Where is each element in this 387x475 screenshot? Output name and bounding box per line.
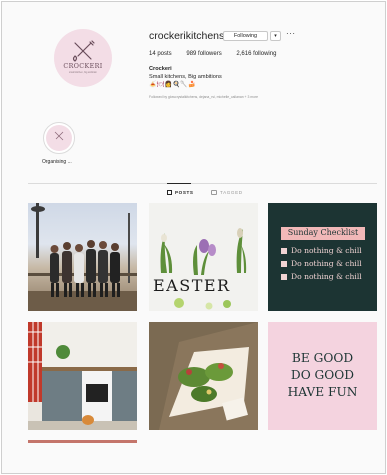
post-sunday-checklist[interactable]: Sunday Checklist Do nothing & chill Do n… — [268, 203, 377, 311]
tabs-divider — [28, 183, 377, 184]
quote-line: HAVE FUN — [287, 385, 358, 399]
quote-line: DO GOOD — [290, 368, 355, 382]
checklist-item-text: Do nothing & chill — [291, 259, 362, 268]
checklist-item: Do nothing & chill — [281, 272, 362, 281]
avatar-tagline: small kitchen, big ambition — [68, 71, 98, 74]
whisk-fork-icon — [54, 131, 64, 141]
whisk-fork-icon — [72, 40, 95, 62]
group-photo-image — [28, 203, 137, 311]
tab-posts[interactable]: POSTS — [167, 190, 194, 195]
tab-tagged-label: TAGGED — [220, 190, 243, 195]
profile-username: crockerikitchens — [149, 30, 225, 42]
story-highlight[interactable] — [43, 122, 75, 154]
profile-bio: Small kitchens, Big ambitions — [149, 74, 222, 80]
post-group-photo[interactable] — [28, 203, 137, 311]
active-tab-indicator — [167, 183, 191, 184]
checklist-item-text: Do nothing & chill — [291, 246, 362, 255]
post-food-photo[interactable] — [149, 322, 258, 430]
checklist-item: Do nothing & chill — [281, 246, 362, 255]
tab-tagged[interactable]: TAGGED — [211, 190, 243, 195]
easter-word: EASTER — [153, 276, 231, 295]
post-easter[interactable]: EASTER — [149, 203, 258, 311]
profile-avatar[interactable]: CROCKERI small kitchen, big ambition — [54, 29, 112, 87]
checklist-title: Sunday Checklist — [287, 228, 359, 237]
followed-by-text[interactable]: Followed by glowcrystalkitchens, dejana_… — [149, 95, 258, 99]
posts-count: 14 posts — [149, 51, 172, 57]
avatar-brand-text: CROCKERI — [63, 63, 103, 70]
instagram-profile-page: CROCKERI small kitchen, big ambition cro… — [1, 1, 386, 474]
profile-bio-emoji: 🍝🍽👩🍳🥄🍰 — [149, 82, 196, 88]
quote-line: BE GOOD — [291, 351, 354, 365]
checklist-item: Do nothing & chill — [281, 259, 362, 268]
grid-icon — [167, 190, 172, 195]
kitchen-image — [28, 322, 137, 430]
suggested-dropdown-button[interactable]: ▾ — [270, 31, 281, 41]
post-partial[interactable] — [28, 440, 137, 443]
checkbox-icon — [281, 273, 287, 280]
checkbox-icon — [281, 260, 287, 267]
checklist-item-text: Do nothing & chill — [291, 272, 362, 281]
tag-icon — [211, 190, 217, 195]
post-quote[interactable]: BE GOOD DO GOOD HAVE FUN — [268, 322, 377, 430]
profile-display-name: Crockeri — [149, 66, 172, 72]
tab-posts-label: POSTS — [175, 190, 194, 195]
post-kitchen-photo[interactable] — [28, 322, 137, 430]
following-button[interactable]: Following — [223, 31, 268, 41]
quote-text: BE GOOD DO GOOD HAVE FUN — [268, 350, 377, 401]
story-highlight-label: Organising ... — [42, 159, 72, 165]
followers-link[interactable]: 989 followers — [186, 51, 221, 57]
profile-stats: 14 posts 989 followers 2,616 following — [149, 51, 289, 57]
following-link[interactable]: 2,616 following — [236, 51, 276, 57]
checkbox-icon — [281, 247, 287, 254]
food-plate-image — [159, 322, 258, 430]
highlight-cover-image — [46, 125, 72, 151]
more-options-icon[interactable]: ··· — [286, 29, 296, 38]
